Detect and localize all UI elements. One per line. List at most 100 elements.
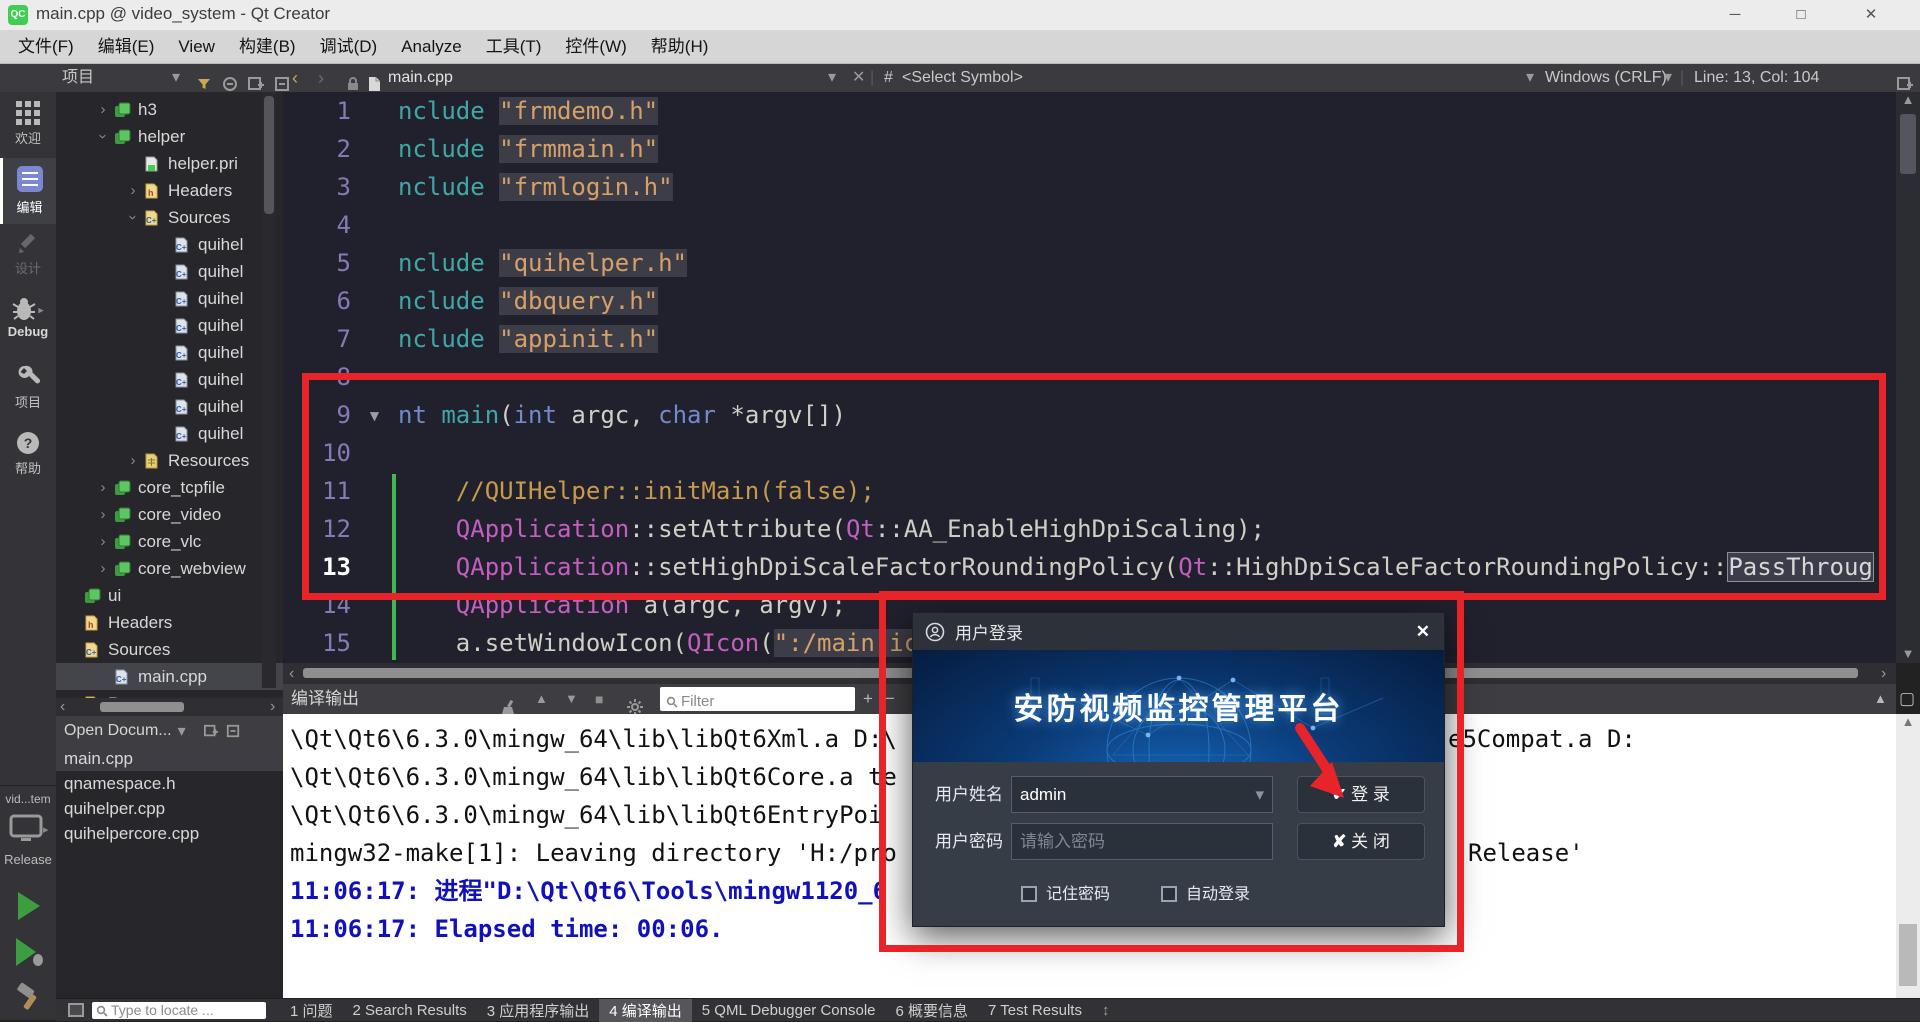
scrollbar-thumb[interactable] bbox=[100, 702, 184, 712]
output-filter-input[interactable]: Filter bbox=[660, 687, 855, 711]
tree-row[interactable]: ›helper bbox=[56, 123, 283, 150]
open-documents-header[interactable]: Open Docum... ▾ bbox=[56, 716, 283, 747]
fold-marker-icon[interactable]: ▾ bbox=[351, 396, 398, 434]
open-document-row[interactable]: quihelper.cpp bbox=[56, 796, 283, 821]
mode-projects[interactable]: 项目 bbox=[0, 356, 56, 422]
combobox-dropdown-icon[interactable]: ▾ bbox=[1255, 777, 1264, 812]
password-input[interactable] bbox=[1011, 823, 1273, 860]
open-document-row[interactable]: quihelpercore.cpp bbox=[56, 821, 283, 846]
prev-item-icon[interactable]: ▲ bbox=[535, 684, 548, 714]
toggle-sidebar-icon[interactable] bbox=[68, 1003, 84, 1017]
tab-dropdown-icon[interactable]: ▾ bbox=[828, 64, 836, 92]
code-line[interactable] bbox=[398, 358, 1896, 396]
tree-row[interactable]: C+quihel bbox=[56, 231, 283, 258]
open-document-row[interactable]: main.cpp bbox=[56, 746, 283, 771]
tree-row[interactable]: ›core_webview bbox=[56, 555, 283, 582]
tree-row[interactable]: C+quihel bbox=[56, 420, 283, 447]
mode-help[interactable]: ? 帮助 bbox=[0, 422, 56, 488]
tree-row[interactable]: C+quihel bbox=[56, 393, 283, 420]
code-line[interactable]: nclude "frmdemo.h" bbox=[398, 92, 1896, 130]
tree-chevron-icon[interactable]: › bbox=[92, 533, 114, 550]
remember-password-checkbox[interactable] bbox=[1021, 886, 1037, 902]
nav-forward-icon[interactable]: › bbox=[318, 64, 324, 92]
code-line[interactable]: nt main(int argc, char *argv[]) bbox=[398, 396, 1896, 434]
dialog-close-icon[interactable]: ✕ bbox=[1416, 622, 1430, 642]
nav-back-icon[interactable]: ‹ bbox=[292, 64, 298, 92]
code-line[interactable] bbox=[398, 434, 1896, 472]
editor-tab-label[interactable]: main.cpp bbox=[388, 64, 453, 92]
tree-chevron-icon[interactable]: › bbox=[92, 560, 114, 577]
editor-vertical-scrollbar[interactable]: ▲ ▼ bbox=[1896, 92, 1920, 663]
tree-row[interactable]: C+Sources bbox=[56, 636, 283, 663]
pane-dropdown-icon[interactable]: ▾ bbox=[172, 64, 180, 92]
code-line[interactable]: nclude "frmlogin.h" bbox=[398, 168, 1896, 206]
tree-chevron-icon[interactable]: › bbox=[95, 126, 112, 148]
scroll-right-icon[interactable]: › bbox=[270, 698, 275, 716]
encoding-dropdown-icon[interactable]: ▾ bbox=[1664, 64, 1672, 92]
tree-row[interactable]: ›hHeaders bbox=[56, 177, 283, 204]
code-line[interactable] bbox=[398, 206, 1896, 244]
tree-row[interactable]: C+quihel bbox=[56, 366, 283, 393]
tree-row[interactable]: ›Resources bbox=[56, 447, 283, 474]
run-button[interactable] bbox=[14, 890, 42, 927]
tree-chevron-icon[interactable]: › bbox=[92, 101, 114, 118]
mode-welcome[interactable]: 欢迎 bbox=[0, 92, 56, 158]
maximize-button[interactable]: □ bbox=[1778, 2, 1824, 28]
tree-row[interactable]: C+main.cpp bbox=[56, 663, 283, 690]
build-button[interactable] bbox=[14, 982, 44, 1017]
kit-selector[interactable]: ▸ bbox=[9, 814, 49, 844]
menu-item[interactable]: View bbox=[166, 30, 227, 63]
scroll-up-icon[interactable]: ▲ bbox=[1902, 714, 1915, 729]
tree-row[interactable]: helper.pri bbox=[56, 150, 283, 177]
code-line[interactable]: nclude "appinit.h" bbox=[398, 320, 1896, 358]
symbol-selector[interactable]: <Select Symbol> bbox=[902, 64, 1023, 92]
tree-row[interactable]: Resources bbox=[56, 690, 283, 698]
line-ending-selector[interactable]: Windows (CRLF) bbox=[1545, 64, 1667, 92]
tree-row[interactable]: ›C+Sources bbox=[56, 204, 283, 231]
code-line[interactable]: //QUIHelper::initMain(false); bbox=[398, 472, 1896, 510]
output-pane-tab[interactable]: 5 QML Debugger Console bbox=[692, 1001, 886, 1020]
tree-chevron-icon[interactable]: › bbox=[122, 452, 144, 469]
locator-input[interactable]: Type to locate ... bbox=[92, 1002, 266, 1019]
scroll-left-icon[interactable]: ‹ bbox=[289, 663, 294, 684]
scroll-left-icon[interactable]: ‹ bbox=[60, 698, 65, 716]
open-document-row[interactable]: qnamespace.h bbox=[56, 771, 283, 796]
code-line[interactable]: nclude "dbquery.h" bbox=[398, 282, 1896, 320]
output-pane-tab[interactable]: 7 Test Results bbox=[978, 1001, 1092, 1020]
tree-row[interactable]: hHeaders bbox=[56, 609, 283, 636]
tree-row[interactable]: C+quihel bbox=[56, 339, 283, 366]
login-button[interactable]: ✔ 登 录 bbox=[1297, 776, 1425, 813]
menu-item[interactable]: 帮助(H) bbox=[639, 30, 721, 63]
split-docs-icon[interactable] bbox=[204, 722, 218, 740]
output-pane-tab[interactable]: 4 编译输出 bbox=[599, 999, 692, 1022]
tree-chevron-icon[interactable]: › bbox=[92, 506, 114, 523]
next-item-icon[interactable]: ▼ bbox=[565, 684, 578, 714]
code-editor[interactable]: 123456789101112131415 ▾ nclude "frmdemo.… bbox=[283, 92, 1896, 663]
menu-item[interactable]: 控件(W) bbox=[553, 30, 638, 63]
code-line[interactable]: QApplication::setHighDpiScaleFactorRound… bbox=[398, 548, 1896, 586]
tree-row[interactable]: C+quihel bbox=[56, 285, 283, 312]
output-pane-tab[interactable]: 2 Search Results bbox=[343, 1001, 477, 1020]
scroll-up-icon[interactable]: ▲ bbox=[1902, 92, 1915, 107]
minimize-button[interactable]: ─ bbox=[1712, 2, 1758, 28]
collapse-panel-icon[interactable]: ▲ bbox=[1874, 684, 1887, 714]
zoom-in-icon[interactable]: + bbox=[863, 684, 873, 714]
menu-item[interactable]: 编辑(E) bbox=[86, 30, 167, 63]
scrollbar-thumb[interactable] bbox=[264, 96, 274, 214]
tree-chevron-icon[interactable]: › bbox=[125, 207, 142, 229]
code-line[interactable]: QApplication::setAttribute(Qt::AA_Enable… bbox=[398, 510, 1896, 548]
mode-edit[interactable]: 编辑 bbox=[0, 158, 56, 224]
dialog-close-button[interactable]: ✘ 关 闭 bbox=[1297, 823, 1425, 860]
line-ending-dropdown-icon[interactable]: ▾ bbox=[1526, 64, 1534, 92]
pane-title[interactable]: 项目 bbox=[62, 64, 94, 92]
scrollbar-thumb[interactable] bbox=[1900, 114, 1916, 174]
editor-code-area[interactable]: nclude "frmdemo.h"nclude "frmmain.h"nclu… bbox=[398, 92, 1896, 662]
scrollbar-thumb[interactable] bbox=[1899, 924, 1917, 986]
menu-item[interactable]: 构建(B) bbox=[227, 30, 308, 63]
close-button[interactable]: ✕ bbox=[1848, 2, 1894, 28]
mode-design[interactable]: 设计 bbox=[0, 224, 56, 290]
tree-row[interactable]: ›core_tcpfile bbox=[56, 474, 283, 501]
debug-run-button[interactable] bbox=[14, 936, 44, 973]
stop-icon[interactable]: ■ bbox=[595, 684, 603, 714]
tree-row[interactable]: ui bbox=[56, 582, 283, 609]
